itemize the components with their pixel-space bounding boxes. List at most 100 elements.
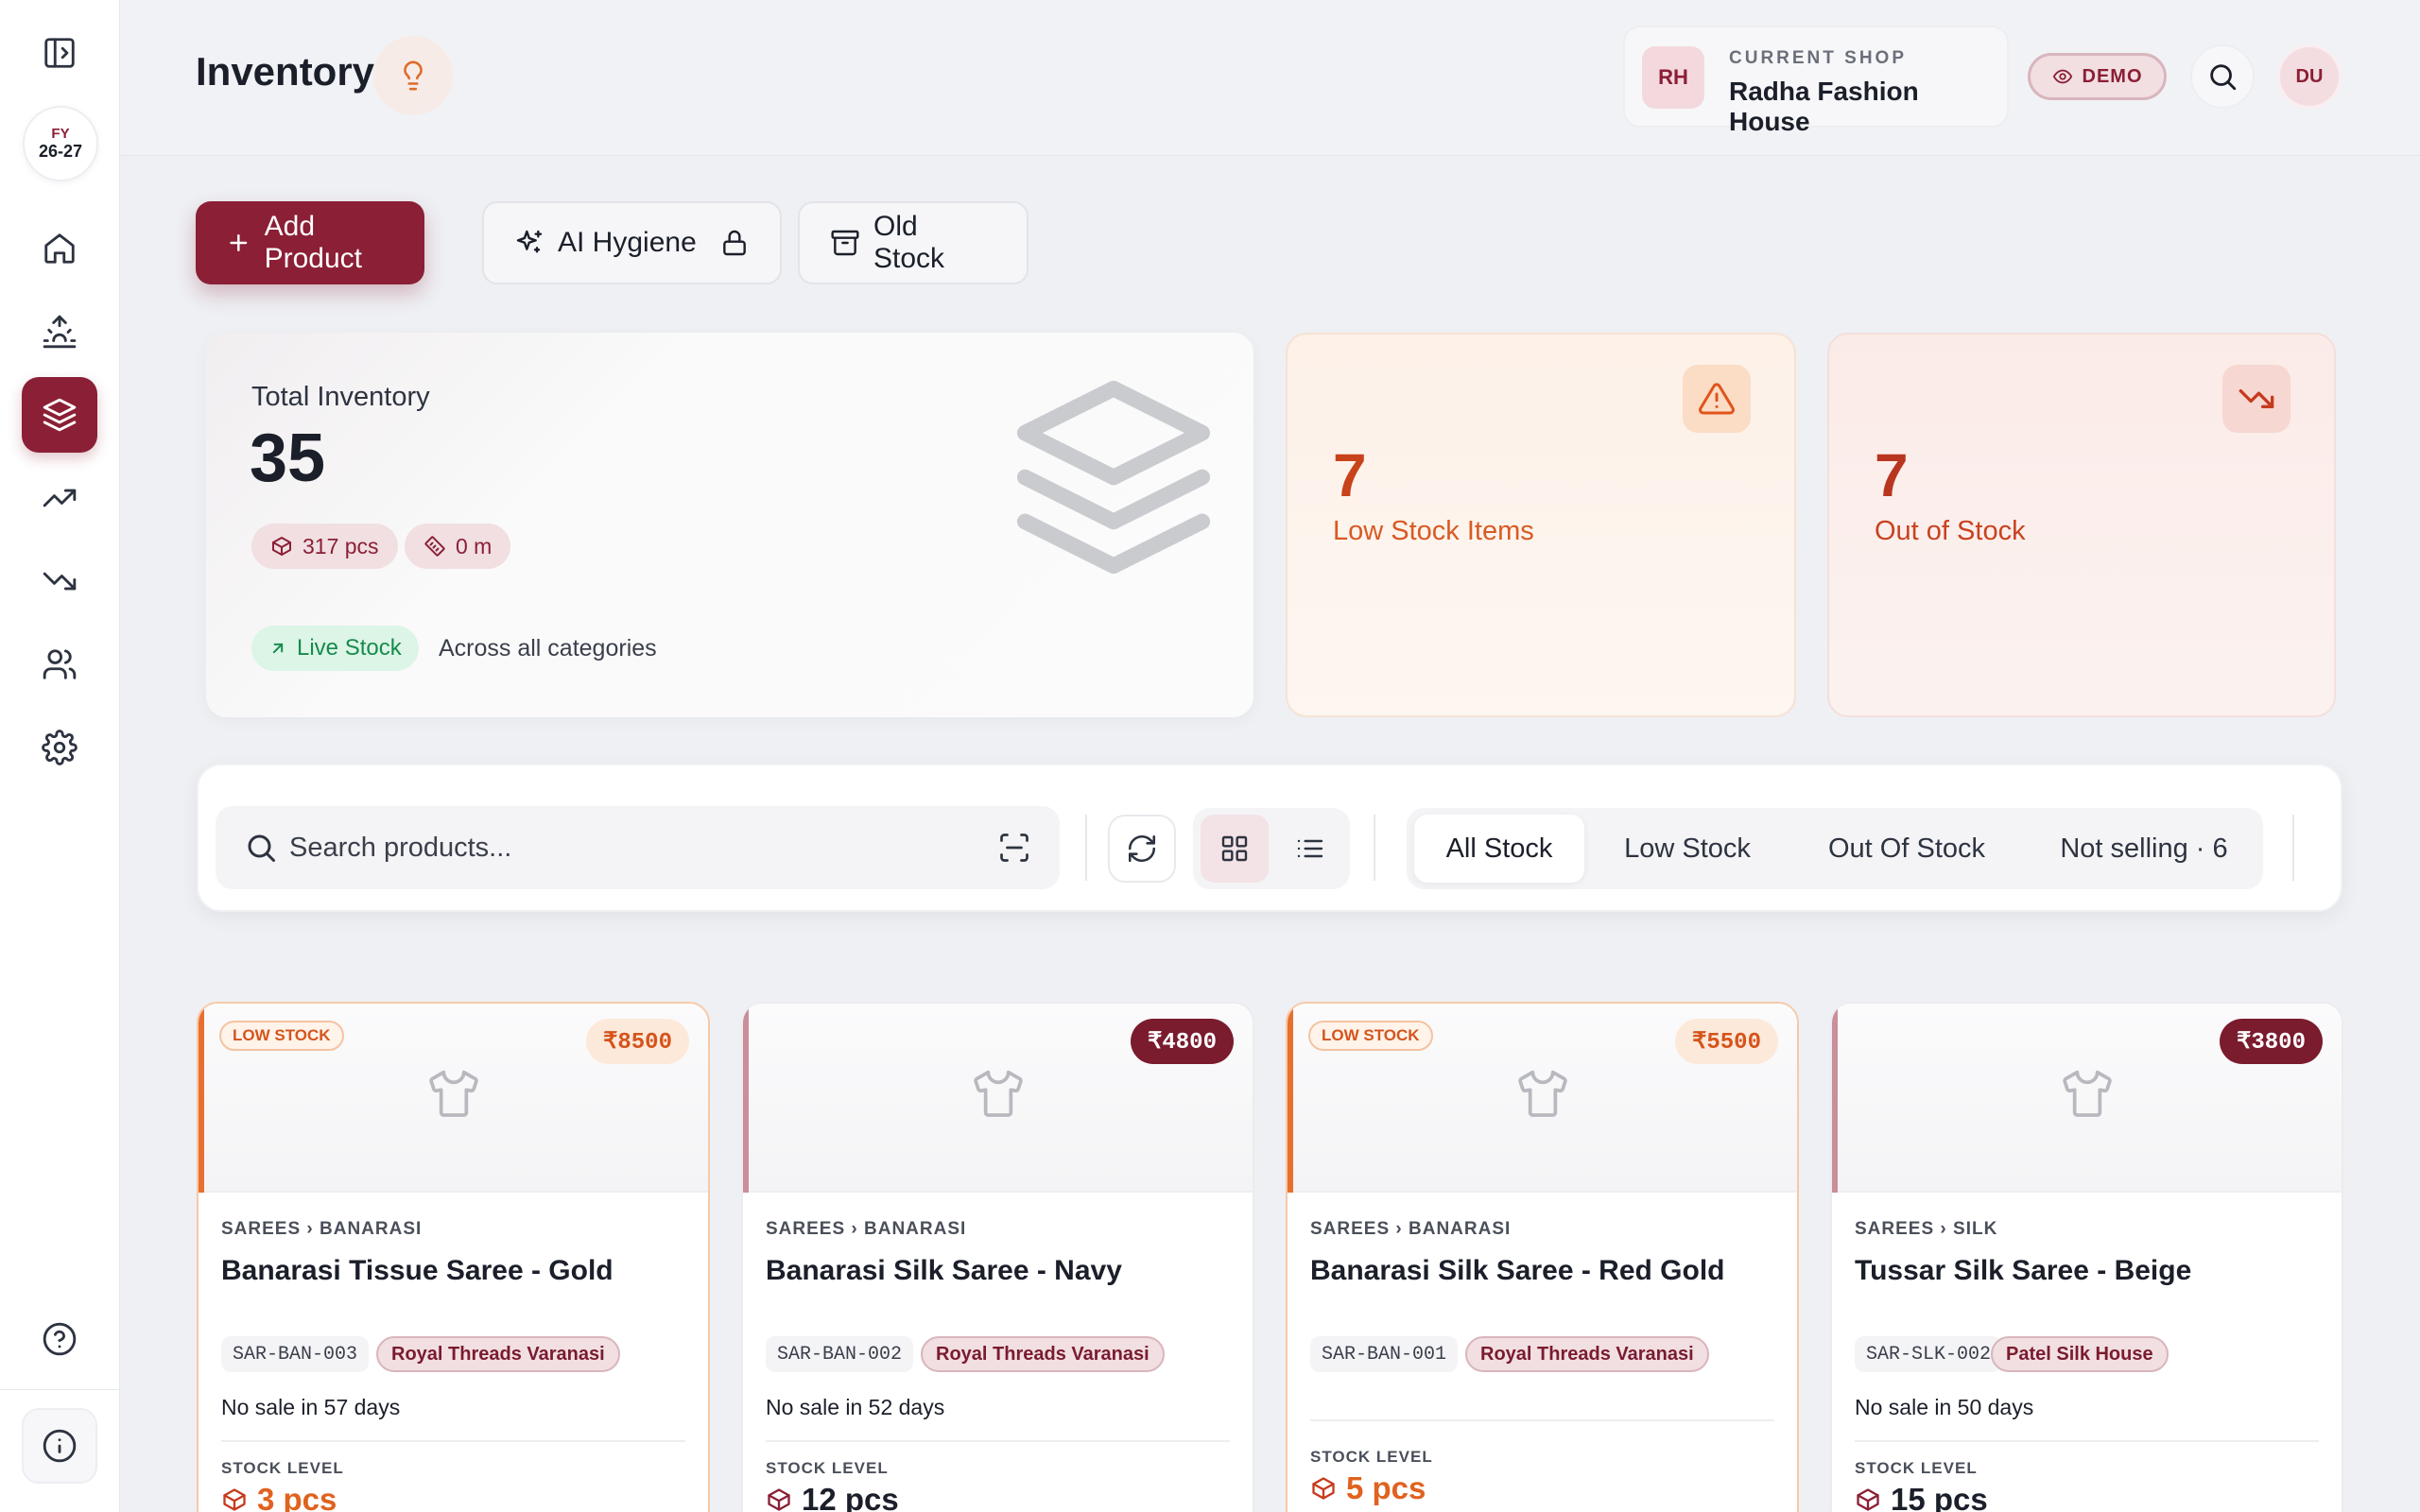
stock-count: 3 pcs xyxy=(257,1482,337,1512)
ai-hygiene-button[interactable]: AI Hygiene xyxy=(482,201,782,284)
sidebar-item-info[interactable] xyxy=(22,1408,97,1484)
info-icon xyxy=(43,1429,77,1463)
filter-not-selling[interactable]: Not selling · 6 xyxy=(2032,815,2256,883)
users-icon xyxy=(43,649,77,679)
product-card[interactable]: LOW STOCK ₹5500 SAREES › BANARASI Banara… xyxy=(1286,1002,1799,1512)
card-divider xyxy=(221,1440,685,1442)
add-product-label: Add Product xyxy=(264,211,363,274)
ruler-icon xyxy=(424,536,445,557)
stock-stripe xyxy=(199,1004,204,1193)
ai-hygiene-label: AI Hygiene xyxy=(558,227,697,258)
out-of-stock-card[interactable]: 7 Out of Stock xyxy=(1827,333,2336,717)
product-card[interactable]: ₹4800 SAREES › BANARASI Banarasi Silk Sa… xyxy=(741,1002,1254,1512)
product-card[interactable]: ₹3800 SAREES › SILK Tussar Silk Saree - … xyxy=(1830,1002,2343,1512)
fiscal-year-badge[interactable]: FY 26-27 xyxy=(23,106,98,181)
sidebar-item-settings[interactable] xyxy=(22,710,97,785)
page-title: Inventory xyxy=(196,49,375,94)
sidebar-item-expenses[interactable] xyxy=(22,543,97,619)
demo-label: DEMO xyxy=(2082,65,2143,87)
filter-out-of-stock[interactable]: Out Of Stock xyxy=(1790,815,2023,883)
old-stock-button[interactable]: Old Stock xyxy=(798,201,1028,284)
sidebar-item-inventory[interactable] xyxy=(22,377,97,453)
product-card[interactable]: LOW STOCK ₹8500 SAREES › BANARASI Banara… xyxy=(197,1002,710,1512)
package-icon xyxy=(272,537,291,556)
total-inventory-value: 35 xyxy=(250,421,326,496)
warning-icon xyxy=(1683,365,1751,433)
add-product-button[interactable]: Add Product xyxy=(196,201,424,284)
stock-level-label: STOCK LEVEL xyxy=(221,1459,344,1477)
stock-count: 5 pcs xyxy=(1346,1470,1426,1505)
search-input[interactable] xyxy=(289,817,951,878)
filter-all-stock[interactable]: All Stock xyxy=(1414,815,1584,883)
shirt-icon xyxy=(968,1062,1028,1123)
pieces-chip: 317 pcs xyxy=(251,524,398,569)
search-icon xyxy=(248,834,275,862)
stock-stripe xyxy=(1832,1004,1838,1193)
stock-level-value: 12 pcs xyxy=(766,1482,899,1512)
tips-button[interactable] xyxy=(373,36,453,115)
sidebar-item-help[interactable] xyxy=(22,1301,97,1377)
trending-down-icon xyxy=(2222,365,2290,433)
stock-level-value: 5 pcs xyxy=(1310,1470,1426,1506)
price-badge: ₹8500 xyxy=(586,1019,689,1064)
shirt-icon xyxy=(2057,1062,2118,1123)
total-inventory-card: Total Inventory 35 317 pcs 0 m Live Stoc… xyxy=(206,333,1253,717)
filter-toolbar: All Stock Low Stock Out Of Stock Not sel… xyxy=(197,764,2342,912)
sidebar: FY 26-27 xyxy=(0,0,120,1512)
filter-low-stock[interactable]: Low Stock xyxy=(1594,815,1781,883)
vendor-badge: Royal Threads Varanasi xyxy=(1465,1336,1709,1372)
out-of-stock-label: Out of Stock xyxy=(1875,516,2026,546)
low-stock-badge: LOW STOCK xyxy=(1308,1021,1433,1051)
user-avatar[interactable]: DU xyxy=(2277,44,2342,109)
trending-up-icon xyxy=(43,489,77,507)
stock-filter-tabs: All Stock Low Stock Out Of Stock Not sel… xyxy=(1407,808,2263,889)
price-badge: ₹3800 xyxy=(2220,1019,2323,1064)
no-sale-text: No sale in 50 days xyxy=(1855,1395,2034,1419)
sidebar-item-sales[interactable] xyxy=(22,460,97,536)
header-search-button[interactable] xyxy=(2190,44,2255,109)
product-image: ₹3800 xyxy=(1832,1004,2342,1193)
low-stock-label: Low Stock Items xyxy=(1333,516,1534,546)
stock-stripe xyxy=(743,1004,749,1193)
stock-count: 15 pcs xyxy=(1891,1482,1988,1512)
pieces-value: 317 pcs xyxy=(302,533,379,558)
sidebar-item-sunrise[interactable] xyxy=(22,294,97,369)
stock-level-label: STOCK LEVEL xyxy=(1310,1448,1433,1466)
lock-icon xyxy=(722,230,746,256)
shirt-icon xyxy=(1512,1062,1573,1123)
product-category: SAREES › BANARASI xyxy=(766,1219,967,1239)
product-name: Tussar Silk Saree - Beige xyxy=(1855,1255,2192,1286)
sidebar-divider xyxy=(0,1389,120,1390)
low-stock-card[interactable]: 7 Low Stock Items xyxy=(1286,333,1796,717)
stock-count: 12 pcs xyxy=(802,1482,899,1512)
no-sale-text: No sale in 52 days xyxy=(766,1395,945,1419)
shop-label: CURRENT SHOP xyxy=(1729,48,1908,68)
price-badge: ₹4800 xyxy=(1131,1019,1234,1064)
sidebar-toggle-button[interactable] xyxy=(22,15,97,91)
sparkles-icon xyxy=(516,230,543,253)
live-stock-badge: Live Stock xyxy=(251,626,419,671)
search-icon xyxy=(2210,64,2237,91)
card-divider xyxy=(1310,1419,1774,1421)
top-header: Inventory RH CURRENT SHOP Radha Fashion … xyxy=(120,0,2420,156)
help-icon xyxy=(43,1322,77,1356)
product-sku: SAR-BAN-003 xyxy=(221,1336,370,1372)
vendor-badge: Royal Threads Varanasi xyxy=(376,1336,620,1372)
grid-view-button[interactable] xyxy=(1201,815,1269,883)
list-view-button[interactable] xyxy=(1276,815,1344,883)
stock-level-label: STOCK LEVEL xyxy=(766,1459,889,1477)
vendor-badge: Royal Threads Varanasi xyxy=(921,1336,1165,1372)
current-shop-selector[interactable]: RH CURRENT SHOP Radha Fashion House xyxy=(1623,26,2009,136)
panel-toggle-icon xyxy=(44,38,75,68)
sidebar-item-customers[interactable] xyxy=(22,627,97,702)
demo-badge[interactable]: DEMO xyxy=(2028,53,2167,100)
refresh-button[interactable] xyxy=(1108,815,1176,883)
no-sale-text: No sale in 57 days xyxy=(221,1395,401,1419)
stock-stripe xyxy=(1288,1004,1293,1193)
scan-icon[interactable] xyxy=(997,831,1031,865)
stock-level-value: 3 pcs xyxy=(221,1482,337,1512)
product-image: LOW STOCK ₹5500 xyxy=(1288,1004,1797,1193)
layers-icon xyxy=(43,398,77,432)
sidebar-item-home[interactable] xyxy=(22,211,97,286)
low-stock-value: 7 xyxy=(1333,441,1367,509)
